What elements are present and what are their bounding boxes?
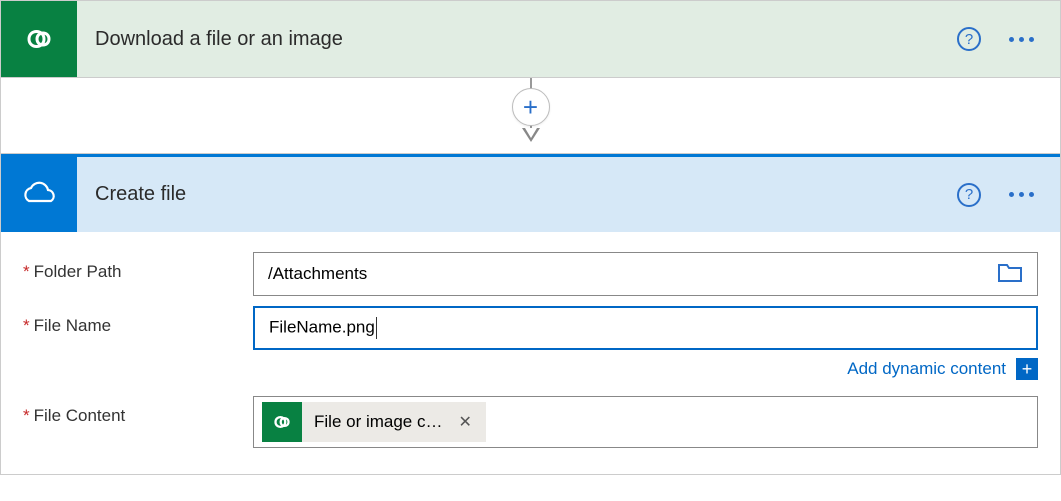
text-caret xyxy=(376,317,377,339)
field-file-content: *File Content File or image c… ✕ xyxy=(23,396,1038,448)
field-folder-path: *Folder Path xyxy=(23,252,1038,296)
insert-step-button[interactable]: + xyxy=(512,88,550,126)
dataverse-icon xyxy=(262,402,302,442)
field-file-name: *File Name FileName.png Add dynamic cont… xyxy=(23,306,1038,386)
folder-path-text[interactable] xyxy=(268,264,989,284)
step-download-file: Download a file or an image ? xyxy=(0,0,1061,78)
file-content-label: *File Content xyxy=(23,396,253,426)
file-name-text: FileName.png xyxy=(269,317,375,336)
onedrive-icon xyxy=(1,157,77,232)
file-content-input[interactable]: File or image c… ✕ xyxy=(253,396,1038,448)
step2-header[interactable]: Create file ? xyxy=(1,154,1060,232)
dynamic-token[interactable]: File or image c… ✕ xyxy=(262,402,486,442)
connector: + xyxy=(0,78,1061,153)
step2-title: Create file xyxy=(77,157,957,232)
more-menu-icon[interactable] xyxy=(1009,37,1034,42)
file-name-input[interactable]: FileName.png xyxy=(253,306,1038,350)
dataverse-icon xyxy=(1,1,77,77)
add-dynamic-content-button[interactable]: + xyxy=(1016,358,1038,380)
step2-body: *Folder Path *File Name FileName.png Add… xyxy=(1,232,1060,474)
help-icon[interactable]: ? xyxy=(957,27,981,51)
arrow-down-icon xyxy=(522,128,540,142)
more-menu-icon[interactable] xyxy=(1009,192,1034,197)
step1-title: Download a file or an image xyxy=(77,1,957,77)
token-label: File or image c… xyxy=(302,412,454,432)
token-remove-icon[interactable]: ✕ xyxy=(454,412,475,432)
help-icon[interactable]: ? xyxy=(957,183,981,207)
add-dynamic-content-link[interactable]: Add dynamic content xyxy=(847,359,1006,379)
step1-header[interactable]: Download a file or an image ? xyxy=(1,1,1060,77)
folder-picker-icon[interactable] xyxy=(997,261,1023,288)
folder-path-label: *Folder Path xyxy=(23,252,253,282)
folder-path-input[interactable] xyxy=(253,252,1038,296)
file-name-label: *File Name xyxy=(23,306,253,336)
step-create-file: Create file ? *Folder Path *File Name xyxy=(0,153,1061,475)
